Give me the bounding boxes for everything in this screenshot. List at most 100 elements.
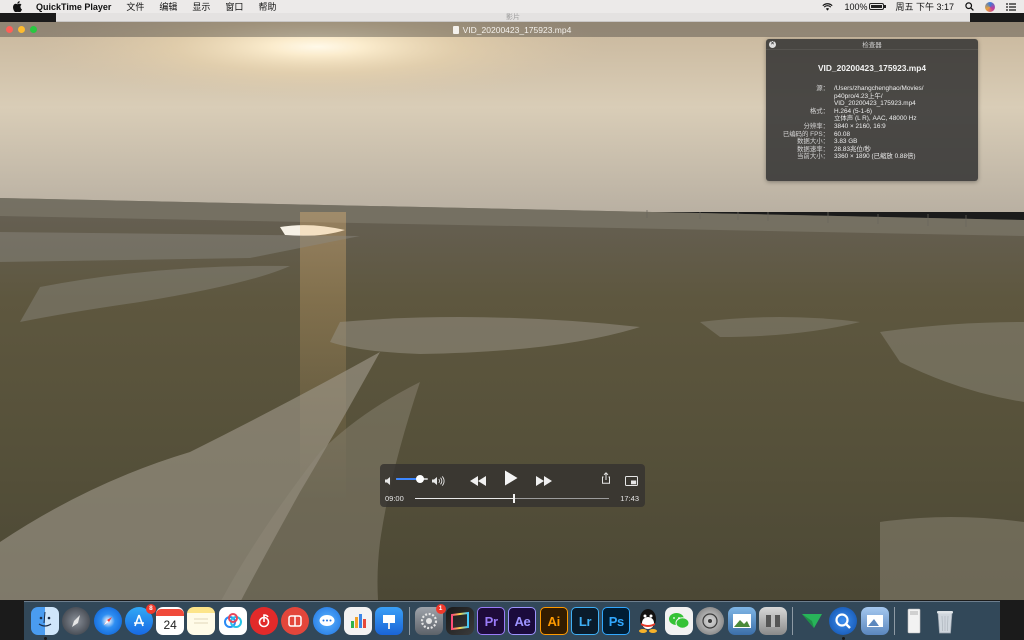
dock-quicktime[interactable] (829, 607, 858, 640)
wifi-icon[interactable] (822, 2, 834, 11)
battery-icon (869, 3, 887, 10)
zoom-button[interactable] (30, 26, 37, 33)
dock-music-app[interactable] (281, 607, 310, 635)
share-icon[interactable] (601, 471, 611, 489)
inspector-value-line: 60.08 (834, 130, 850, 138)
dock-numbers[interactable] (343, 607, 372, 635)
inspector-close-icon[interactable]: × (769, 41, 776, 48)
inspector-title: 检查器 (862, 42, 882, 49)
menu-bar: QuickTime Player 文件 编辑 显示 窗口 帮助 100% 周五 … (0, 0, 1024, 13)
inspector-rows: 源： /Users/zhangchenghao/Movies/p40pro/4.2… (766, 85, 978, 161)
dock-archive-utility[interactable] (758, 607, 787, 635)
dock-keynote[interactable] (375, 607, 404, 635)
picture-in-picture-icon[interactable] (625, 473, 638, 491)
inspector-row: 当前大小： 3360 × 1890 (已缩放 0.88倍) (766, 153, 978, 161)
inspector-value-line: 3360 × 1890 (已缩放 0.88倍) (834, 153, 916, 161)
dock-safari[interactable] (93, 607, 122, 635)
close-button[interactable] (6, 26, 13, 33)
document-icon (452, 25, 459, 34)
siri-icon[interactable] (985, 1, 995, 12)
menubar-clock[interactable]: 周五 下午 3:17 (895, 0, 954, 13)
end-time: 17:43 (620, 494, 639, 503)
dock-notes[interactable] (187, 607, 216, 635)
system-preferences-badge: 1 (435, 604, 446, 614)
inspector-value: 3360 × 1890 (已缩放 0.88倍) (834, 153, 978, 161)
inspector-key: 数据大小： (797, 138, 829, 146)
minimize-button[interactable] (18, 26, 25, 33)
inspector-key: 源： (816, 85, 829, 92)
volume-low-icon[interactable] (384, 473, 394, 491)
playhead[interactable] (512, 494, 515, 503)
background-window-titlebar[interactable]: 影片 (56, 13, 970, 22)
window-title: VID_20200423_175923.mp4 (462, 24, 572, 35)
inspector-value: H.264 (5-1-6) 立体声 (L R), AAC, 48000 Hz (834, 108, 978, 123)
app-store-badge: 8 (145, 604, 156, 614)
inspector-key: 格式： (809, 107, 829, 115)
dock-image-capture[interactable] (860, 607, 889, 635)
inspector-value-line: p40pro/4.23上午/ (834, 92, 883, 100)
inspector-value: 60.08 (834, 131, 978, 139)
dock: 8 24 1 Pr Ae Ai Lr Ps (24, 601, 1000, 640)
dock-qq[interactable] (634, 607, 662, 635)
apple-menu-icon[interactable] (12, 1, 22, 12)
calendar-header (156, 608, 185, 616)
inspector-value-line: VID_20200423_175923.mp4 (834, 100, 916, 108)
menu-view[interactable]: 显示 (192, 0, 210, 13)
timeline-played (415, 498, 514, 499)
dock-baidu-netdisk[interactable] (218, 607, 247, 635)
dock-trash[interactable] (931, 607, 959, 635)
inspector-row: 数据大小： 3.83 GB (766, 138, 978, 146)
quicktime-player-window: VID_20200423_175923.mp4 × 检查器 VID_202004… (0, 22, 1024, 600)
inspector-value-line: /Users/zhangchenghao/Movies/ (834, 85, 924, 92)
current-time: 09:00 (385, 494, 404, 503)
inspector-value-line: 3840 × 2160, 16:9 (834, 122, 886, 130)
traffic-lights (6, 26, 42, 33)
dock-preview[interactable] (727, 607, 756, 635)
dock-wechat[interactable] (664, 607, 693, 635)
inspector-header[interactable]: × 检查器 (766, 39, 978, 50)
inspector-row: 源： /Users/zhangchenghao/Movies/p40pro/4.2… (766, 85, 978, 108)
dock-disk-utility[interactable] (696, 607, 725, 635)
dock-finder[interactable] (31, 607, 59, 640)
menu-help[interactable]: 帮助 (258, 0, 276, 13)
dock-separator (894, 607, 896, 635)
dock-after-effects[interactable]: Ae (508, 607, 537, 635)
dock-calendar[interactable]: 24 (156, 607, 185, 635)
dock-downloads-folder[interactable] (900, 607, 928, 635)
volume-high-icon[interactable] (431, 473, 445, 491)
inspector-row: 格式： H.264 (5-1-6) 立体声 (L R), AAC, 48000 Hz (766, 108, 978, 123)
dock-premiere-pro[interactable]: Pr (477, 607, 506, 635)
inspector-value: 3.83 GB (834, 138, 978, 146)
volume-knob[interactable] (416, 475, 424, 483)
dock-separator (408, 607, 410, 635)
search-icon[interactable] (965, 2, 974, 11)
calendar-day: 24 (163, 617, 177, 632)
inspector-row: 分辨率： 3840 × 2160, 16:9 (766, 123, 978, 131)
inspector-value: 3840 × 2160, 16:9 (834, 123, 978, 131)
app-menu[interactable]: QuickTime Player (36, 2, 111, 12)
menu-window[interactable]: 窗口 (225, 0, 243, 13)
dock-lightroom[interactable]: Lr (571, 607, 600, 635)
window-titlebar[interactable]: VID_20200423_175923.mp4 (0, 22, 1024, 37)
dock-xmind[interactable] (798, 607, 826, 635)
rewind-button[interactable] (470, 473, 486, 491)
dock-separator (792, 607, 794, 635)
dock-photoshop[interactable]: Ps (602, 607, 631, 635)
inspector-key: 分辨率： (803, 122, 829, 130)
inspector-value-line: 3.83 GB (834, 138, 858, 146)
notification-center-icon[interactable] (1006, 2, 1016, 11)
inspector-filename: VID_20200423_175923.mp4 (817, 63, 927, 73)
menu-edit[interactable]: 编辑 (159, 0, 177, 13)
battery-status[interactable]: 100% (844, 2, 887, 12)
dock-app-store[interactable]: 8 (124, 604, 156, 635)
fast-forward-button[interactable] (536, 473, 552, 491)
dock-netease-music[interactable] (250, 607, 279, 635)
play-button[interactable] (504, 470, 518, 491)
inspector-value: /Users/zhangchenghao/Movies/p40pro/4.23上… (834, 85, 978, 108)
dock-illustrator[interactable]: Ai (539, 607, 568, 635)
dock-launchpad[interactable] (62, 607, 91, 635)
dock-system-preferences[interactable]: 1 (414, 604, 446, 635)
menu-file[interactable]: 文件 (126, 0, 144, 13)
dock-messages[interactable] (312, 607, 341, 635)
dock-final-cut-pro[interactable] (445, 607, 474, 635)
